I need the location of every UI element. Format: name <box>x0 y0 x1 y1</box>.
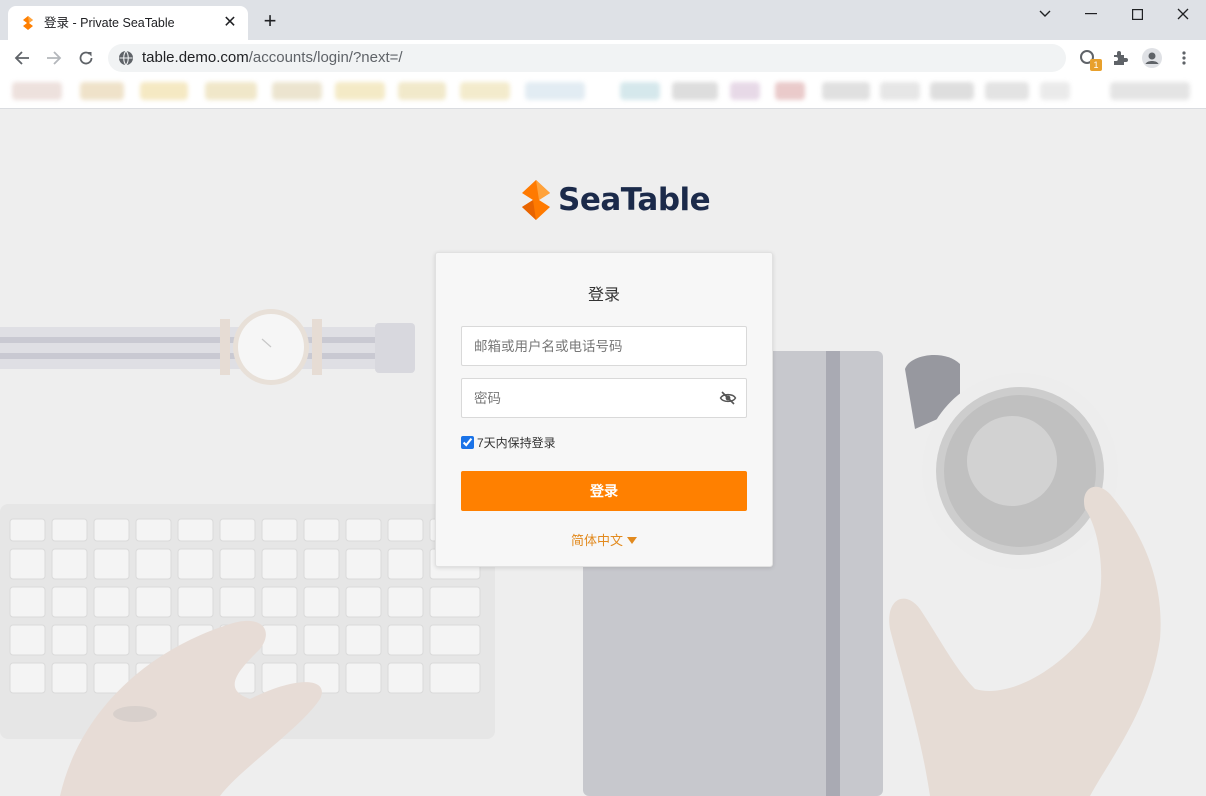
bookmark-item[interactable] <box>985 82 1029 100</box>
bookmark-item[interactable] <box>12 82 62 100</box>
caret-down-icon <box>627 537 637 544</box>
bookmark-item[interactable] <box>775 82 805 100</box>
password-input[interactable] <box>462 379 746 417</box>
login-submit-button[interactable]: 登录 <box>461 471 747 511</box>
browser-toolbar: table.demo.com/accounts/login/?next=/ <box>0 40 1206 76</box>
login-card: 登录 7天内保持登录 登录 简体中文 <box>435 252 773 567</box>
bookmark-item[interactable] <box>272 82 322 100</box>
reload-icon[interactable] <box>74 46 98 70</box>
browser-tab-bar: 登录 - Private SeaTable ✕ + <box>0 0 1206 40</box>
bookmark-item[interactable] <box>620 82 660 100</box>
language-selector[interactable]: 简体中文 <box>436 533 772 549</box>
browser-menu-icon[interactable] <box>1174 48 1194 68</box>
url-path: /accounts/login/?next=/ <box>248 49 403 66</box>
close-tab-icon[interactable]: ✕ <box>220 13 240 33</box>
url-domain: table.demo.com <box>142 49 249 66</box>
back-arrow-icon[interactable] <box>10 46 34 70</box>
bookmark-item[interactable] <box>398 82 446 100</box>
maximize-window-icon[interactable] <box>1114 0 1160 28</box>
seatable-logo: SeaTable <box>520 180 711 220</box>
bookmark-item[interactable] <box>140 82 188 100</box>
tab-search-chevron-icon[interactable] <box>1022 0 1068 28</box>
bookmark-item[interactable] <box>80 82 124 100</box>
site-info-icon[interactable] <box>118 50 134 66</box>
close-window-icon[interactable] <box>1160 0 1206 28</box>
bookmark-item[interactable] <box>930 82 974 100</box>
remember-me-label: 7天内保持登录 <box>477 435 556 450</box>
remember-me-checkbox[interactable] <box>461 435 474 449</box>
brand-name: SeaTable <box>558 182 711 218</box>
seatable-logo-icon <box>522 180 550 220</box>
bookmark-item[interactable] <box>672 82 718 100</box>
bookmark-item[interactable] <box>730 82 760 100</box>
login-page: SeaTable 登录 7天内保持登录 登录 简体中文 <box>0 109 1206 796</box>
url-text: table.demo.com/accounts/login/?next=/ <box>142 50 403 66</box>
language-label: 简体中文 <box>570 533 623 548</box>
browser-tab[interactable]: 登录 - Private SeaTable ✕ <box>8 6 248 40</box>
bookmark-item[interactable] <box>525 82 585 100</box>
bookmark-item[interactable] <box>1110 82 1190 100</box>
username-input[interactable] <box>462 327 746 365</box>
extensions-puzzle-icon[interactable] <box>1110 48 1130 68</box>
username-field[interactable] <box>461 326 747 366</box>
login-title: 登录 <box>587 287 620 304</box>
bookmarks-bar <box>0 76 1206 109</box>
minimize-window-icon[interactable] <box>1068 0 1114 28</box>
extension-badge: 1 <box>1090 59 1102 71</box>
bookmark-item[interactable] <box>880 82 920 100</box>
seatable-favicon-icon <box>23 16 33 30</box>
bookmark-item[interactable] <box>460 82 510 100</box>
forward-arrow-icon[interactable] <box>42 46 66 70</box>
bookmark-item[interactable] <box>822 82 870 100</box>
eye-slash-icon[interactable] <box>719 389 737 407</box>
password-field[interactable] <box>461 378 747 418</box>
bookmark-item[interactable] <box>335 82 385 100</box>
tab-title: 登录 - Private SeaTable <box>44 16 175 30</box>
remember-me[interactable]: 7天内保持登录 <box>460 433 556 451</box>
bookmark-item[interactable] <box>205 82 257 100</box>
profile-avatar-icon[interactable] <box>1142 48 1162 68</box>
bookmark-item[interactable] <box>1040 82 1070 100</box>
new-tab-button[interactable]: + <box>258 10 282 34</box>
address-bar[interactable]: table.demo.com/accounts/login/?next=/ <box>108 44 1066 72</box>
